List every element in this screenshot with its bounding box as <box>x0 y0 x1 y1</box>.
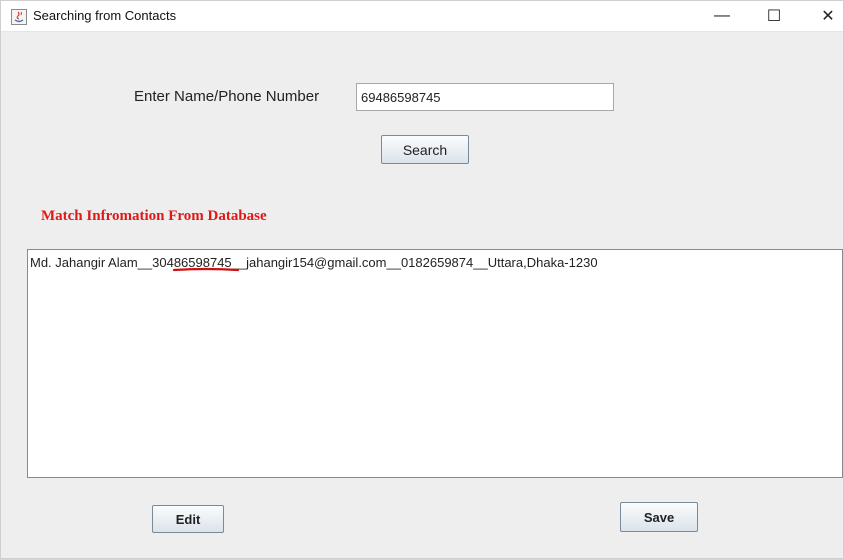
match-underline-annotation <box>173 267 239 272</box>
results-heading: Match Infromation From Database <box>41 208 267 224</box>
search-label: Enter Name/Phone Number <box>134 88 320 105</box>
java-app-icon <box>11 9 27 25</box>
window-title: Searching from Contacts <box>33 8 177 23</box>
edit-button[interactable]: Edit <box>152 505 224 533</box>
close-button[interactable]: ✕ <box>805 1 844 31</box>
results-text-area[interactable]: Md. Jahangir Alam__30486598745__jahangir… <box>27 249 843 478</box>
search-input[interactable] <box>356 83 614 111</box>
title-bar[interactable]: Searching from Contacts — ☐ ✕ <box>1 1 843 32</box>
app-window: Searching from Contacts — ☐ ✕ Enter Name… <box>0 0 844 559</box>
minimize-button[interactable]: — <box>699 1 745 31</box>
maximize-button[interactable]: ☐ <box>751 1 797 31</box>
maximize-icon: ☐ <box>766 8 782 25</box>
close-icon: ✕ <box>821 8 835 25</box>
minimize-icon: — <box>714 7 730 24</box>
result-line: Md. Jahangir Alam__30486598745__jahangir… <box>30 255 598 270</box>
search-button[interactable]: Search <box>381 135 469 164</box>
save-button[interactable]: Save <box>620 502 698 532</box>
